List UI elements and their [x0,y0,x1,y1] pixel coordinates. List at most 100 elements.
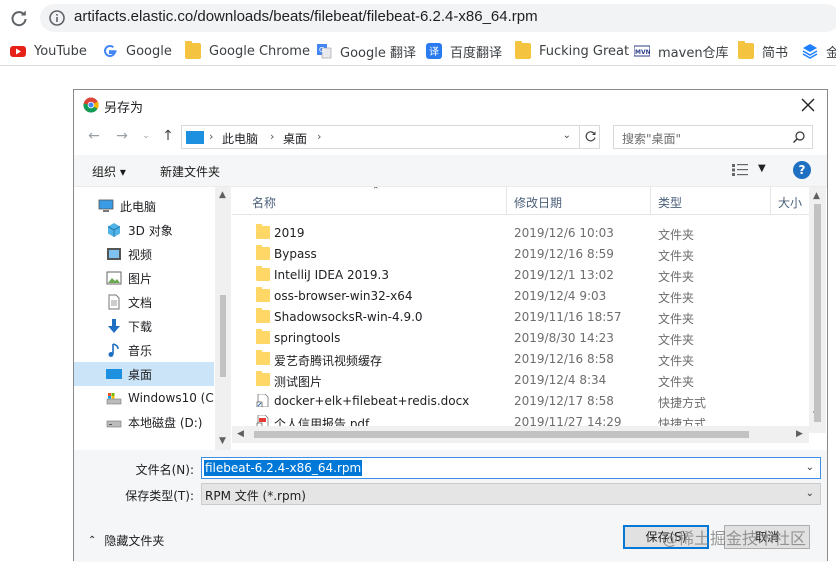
youtube-icon [10,46,26,57]
watermark: @稀土掘金技术社区 [662,529,807,548]
hide-folders-label: 隐藏文件夹 [104,534,165,548]
file-type: 文件夹 [658,312,695,326]
column-header-row: 名称 ⌃ 修改日期 类型 大小 [232,187,826,215]
scroll-up-icon[interactable]: ▲ [813,191,820,201]
dialog-titlebar: 另存为 [74,90,827,120]
nav-item-3d-objects[interactable]: 3D 对象 [74,218,214,242]
folder-icon [515,41,531,59]
vertical-scroll-thumb[interactable] [814,204,821,422]
nav-item-this-pc[interactable]: 此电脑 [74,194,214,218]
horizontal-scroll-thumb[interactable] [254,431,749,438]
breadcrumb-item-this-pc[interactable]: 此电脑 [222,130,258,147]
file-row[interactable]: springtools 2019/8/30 14:23 文件夹 [232,328,812,349]
search-placeholder: 搜索"桌面" [622,132,682,146]
search-icon [793,131,805,143]
bookmark-google[interactable]: Google [102,41,172,61]
url-text[interactable]: artifacts.elastic.co/downloads/beats/fil… [74,8,538,25]
chevron-down-icon[interactable]: ⌄ [563,130,571,141]
view-options-icon[interactable] [732,164,748,176]
chevron-down-icon[interactable]: ▼ [758,163,766,174]
nav-item-label: 3D 对象 [128,223,173,238]
pictures-icon [106,271,122,285]
up-arrow-icon[interactable]: ↑ [160,128,176,144]
file-row[interactable]: 2019 2019/12/6 10:03 文件夹 [232,223,812,244]
column-divider[interactable] [770,187,771,215]
breadcrumb-separator-icon: › [209,130,214,143]
folder-icon [256,266,270,281]
file-row[interactable]: 测试图片 2019/12/4 8:34 文件夹 [232,370,812,391]
nav-item-label: 音乐 [128,343,153,358]
nav-scroll-thumb[interactable] [220,295,226,377]
file-date: 2019/12/16 8:59 [514,247,614,261]
nav-item-downloads[interactable]: 下载 [74,314,214,338]
nav-item-pictures[interactable]: 图片 [74,266,214,290]
search-input[interactable]: 搜索"桌面" [613,125,813,149]
bookmark-google-translate[interactable]: G Google 翻译 [316,41,416,61]
layers-icon [802,44,818,59]
nav-item-videos[interactable]: 视频 [74,242,214,266]
column-header-date[interactable]: 修改日期 [514,194,562,211]
forward-arrow-icon[interactable]: → [114,128,130,144]
breadcrumb-separator-icon: › [270,130,275,143]
filetype-select[interactable]: RPM 文件 (*.rpm) ⌄ [201,483,821,505]
file-name: 2019 [274,226,305,240]
scroll-down-icon[interactable]: ▼ [219,436,226,446]
file-type: 文件夹 [658,354,695,368]
file-date: 2019/8/30 14:23 [514,331,614,345]
chevron-down-icon[interactable]: ⌄ [806,462,814,473]
refresh-button[interactable] [579,125,600,149]
reload-icon[interactable] [8,7,30,29]
bookmark-fucking-great[interactable]: Fucking Great [515,41,629,61]
file-name: 爱艺奇腾讯视频缓存 [274,354,383,368]
bookmark-jianshu[interactable]: 简书 [738,41,788,61]
info-icon[interactable] [48,9,66,27]
chrome-icon [83,97,99,113]
breadcrumb-item-desktop[interactable]: 桌面 [283,130,307,147]
desktop-folder-icon [186,131,204,144]
nav-item-drive-c[interactable]: Windows10 (C: [74,386,218,410]
new-folder-button[interactable]: 新建文件夹 [160,163,220,180]
bookmark-google-chrome[interactable]: Google Chrome [185,41,310,61]
shortcut-icon [256,394,269,407]
close-icon[interactable] [797,94,819,116]
nav-item-documents[interactable]: 文档 [74,290,214,314]
chevron-down-icon[interactable]: ⌄ [806,488,814,499]
bookmark-youtube[interactable]: YouTube [10,41,87,61]
bookmark-baidu-translate[interactable]: 译 百度翻译 [426,41,502,61]
file-row[interactable]: IntelliJ IDEA 2019.3 2019/12/1 13:02 文件夹 [232,265,812,286]
filename-input[interactable]: filebeat-6.2.4-x86_64.rpm ⌄ [201,457,821,479]
organize-button[interactable]: 组织 ▾ [92,163,126,180]
column-divider[interactable] [506,187,507,215]
bookmark-jin[interactable]: 金 [802,41,836,61]
file-row[interactable]: Bypass 2019/12/16 8:59 文件夹 [232,244,812,265]
nav-item-label: 视频 [128,247,153,262]
scroll-right-icon[interactable]: ▶ [796,429,803,439]
file-list: 名称 ⌃ 修改日期 类型 大小 2019 2019/12/6 10:03 文件夹… [232,187,826,447]
file-row[interactable]: 爱艺奇腾讯视频缓存 2019/12/16 8:58 文件夹 [232,349,812,370]
nav-item-drive-d[interactable]: 本地磁盘 (D:) [74,410,214,434]
filename-value: filebeat-6.2.4-x86_64.rpm [204,460,363,476]
column-header-type[interactable]: 类型 [658,194,682,211]
svg-text:G: G [319,46,324,54]
hide-folders-toggle[interactable]: ⌃ 隐藏文件夹 [88,532,164,549]
scroll-up-icon[interactable]: ▲ [219,190,226,200]
navigation-pane: 此电脑 3D 对象 视频 图片 文档 下载 音乐 桌面 Windows10 (C… [74,187,232,450]
file-row[interactable]: docker+elk+filebeat+redis.docx 2019/12/1… [232,391,812,412]
svg-text:MVN: MVN [635,49,650,56]
scroll-left-icon[interactable]: ◀ [237,429,244,439]
recent-chevron-down-icon[interactable]: ⌄ [138,128,154,144]
column-header-size[interactable]: 大小 [778,194,802,211]
column-divider[interactable] [650,187,651,215]
dialog-title: 另存为 [104,101,144,116]
column-header-name[interactable]: 名称 [252,194,276,211]
nav-item-desktop[interactable]: 桌面 [74,362,214,386]
file-row[interactable]: oss-browser-win32-x64 2019/12/4 9:03 文件夹 [232,286,812,307]
bookmark-maven[interactable]: MVN maven仓库 [634,41,729,61]
file-row[interactable]: ShadowsocksR-win-4.9.0 2019/11/16 18:57 … [232,307,812,328]
help-icon[interactable]: ? [793,161,811,179]
nav-item-music[interactable]: 音乐 [74,338,214,362]
file-type: 文件夹 [658,270,695,284]
breadcrumb[interactable]: › 此电脑 › 桌面 › ⌄ [181,125,600,149]
back-arrow-icon[interactable]: ← [86,128,102,144]
drive-d-icon [106,420,122,428]
